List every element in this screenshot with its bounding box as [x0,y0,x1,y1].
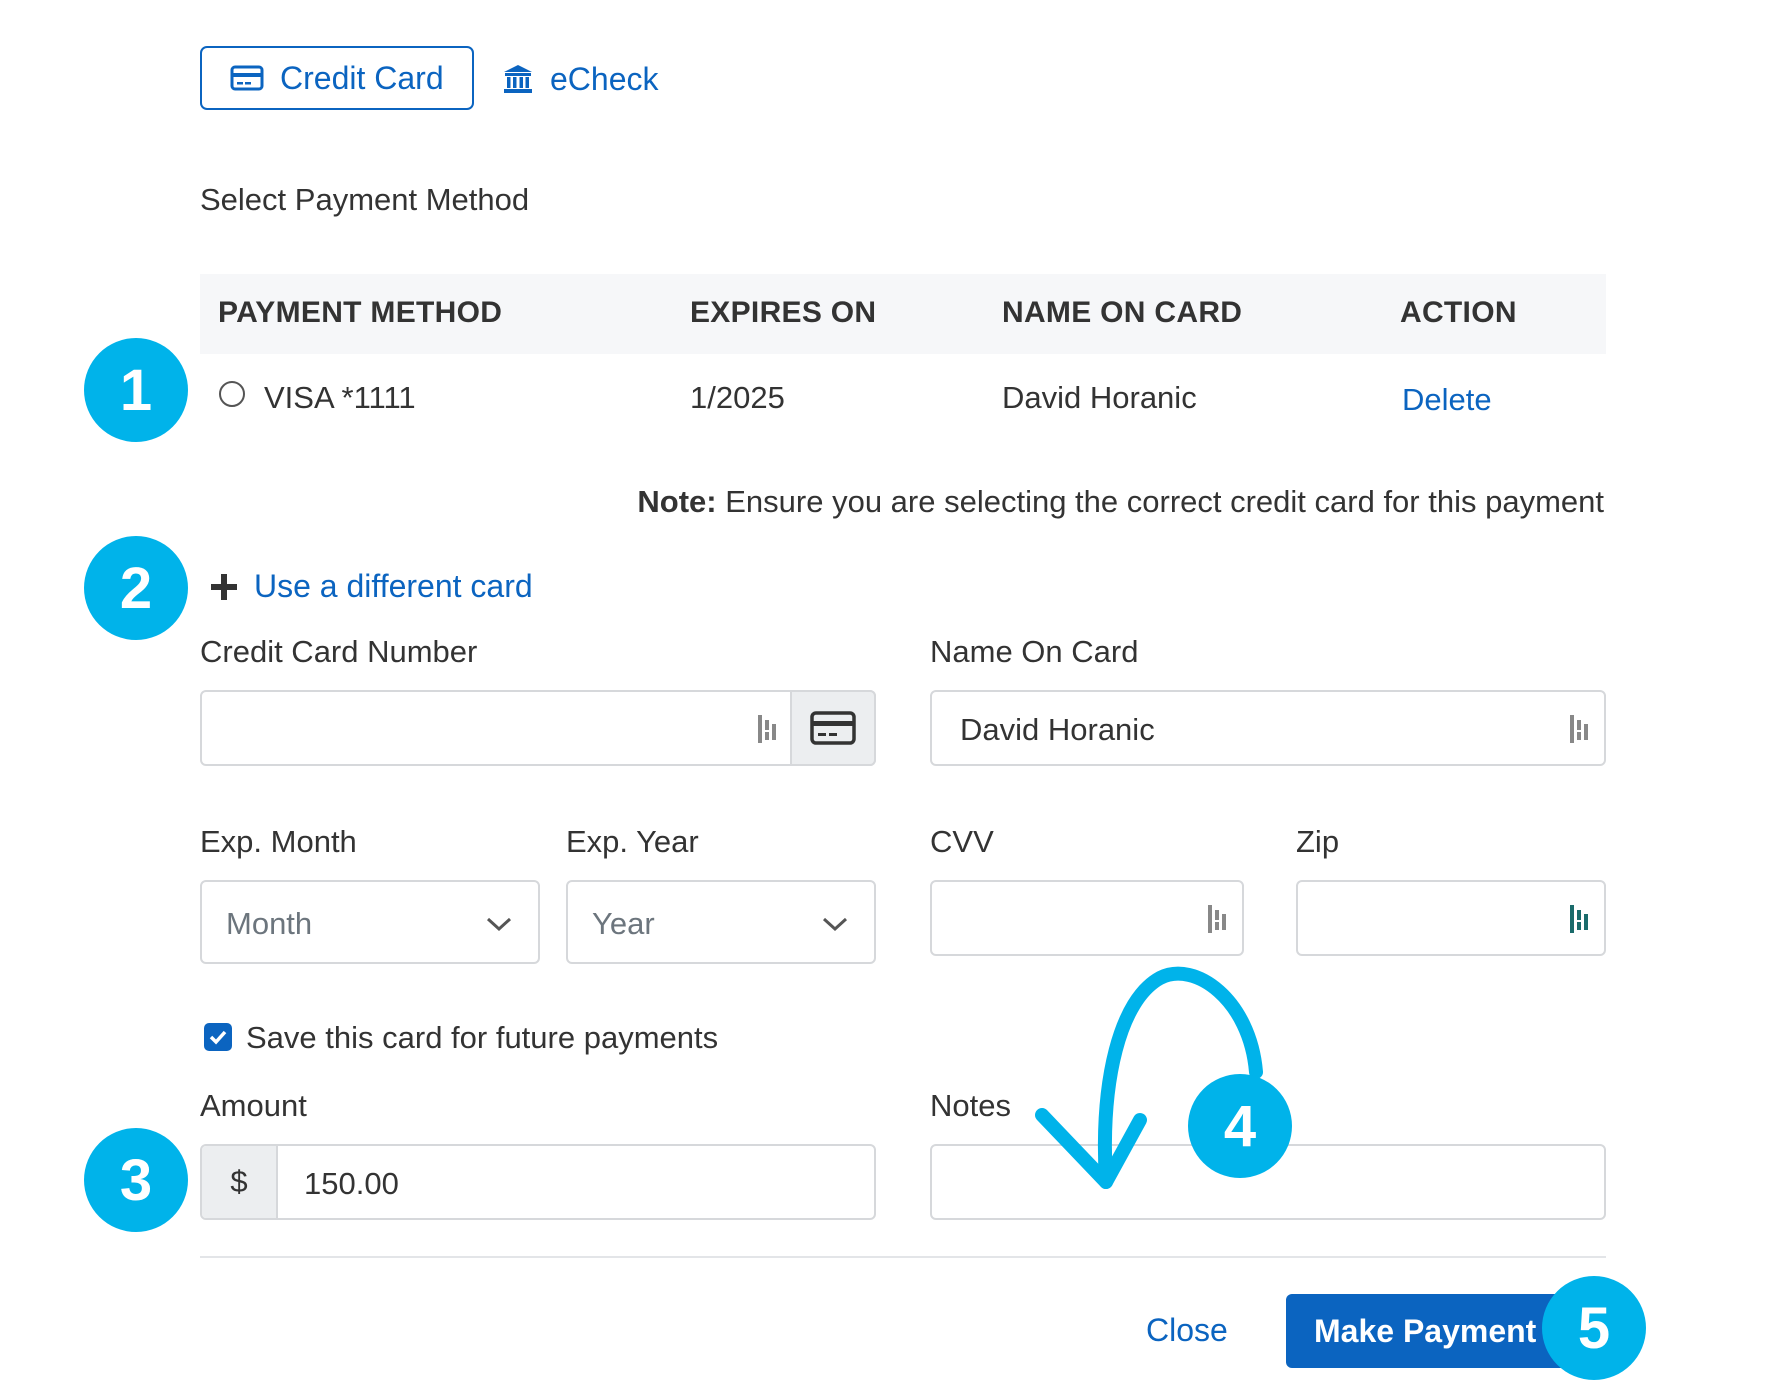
save-card-label: Save this card for future payments [246,1020,719,1055]
exp-year-label: Exp. Year [566,824,699,859]
check-icon [209,1030,227,1045]
callout-1: 1 [84,338,188,442]
exp-month-select[interactable]: Month [200,880,540,964]
use-different-card-link[interactable]: Use a different card [210,568,533,605]
credit-card-icon [810,711,856,745]
tab-credit-card[interactable]: Credit Card [200,46,474,110]
amount-input[interactable]: $ 150.00 [200,1144,876,1220]
note: Note: Ensure you are selecting the corre… [637,484,1604,520]
autofill-icon [758,715,776,743]
chevron-down-icon [822,917,848,932]
credit-card-icon [230,65,264,91]
exp-year-value: Year [592,906,655,941]
name-on-card-label: Name On Card [930,634,1139,669]
chevron-down-icon [486,917,512,932]
header-expires-on: EXPIRES ON [690,296,877,329]
section-title: Select Payment Method [200,182,530,217]
tab-echeck-label: eCheck [550,60,659,97]
exp-month-value: Month [226,906,313,941]
header-payment-method: PAYMENT METHOD [218,296,503,329]
use-different-card-label: Use a different card [254,568,533,604]
payment-method-radio[interactable] [219,381,245,407]
cvv-input[interactable] [930,880,1244,956]
payment-method-cell: VISA *1111 [264,380,416,415]
save-card-checkbox[interactable] [204,1023,232,1051]
autofill-icon [1208,905,1226,933]
note-text: Ensure you are selecting the correct cre… [716,484,1604,519]
callout-4: 4 [1188,1074,1292,1178]
cc-number-input[interactable] [200,690,876,766]
autofill-icon [1570,715,1588,743]
cc-number-label: Credit Card Number [200,634,478,669]
amount-value: 150.00 [304,1166,399,1201]
header-name-on-card: NAME ON CARD [1002,296,1243,329]
close-button[interactable]: Close [1146,1312,1228,1349]
bank-icon [504,65,532,93]
zip-input[interactable] [1296,880,1606,956]
cvv-label: CVV [930,824,994,859]
exp-month-label: Exp. Month [200,824,357,859]
name-on-card-value: David Horanic [960,712,1155,747]
callout-3: 3 [84,1128,188,1232]
tab-echeck[interactable]: eCheck [502,52,659,106]
footer-divider [200,1256,1606,1258]
exp-year-select[interactable]: Year [566,880,876,964]
currency-addon: $ [202,1146,278,1218]
expires-cell: 1/2025 [690,380,785,415]
notes-label: Notes [930,1088,1011,1123]
name-on-card-input[interactable]: David Horanic [930,690,1606,766]
zip-label: Zip [1296,824,1340,859]
callout-2: 2 [84,536,188,640]
callout-5: 5 [1542,1276,1646,1380]
name-cell: David Horanic [1002,380,1197,415]
amount-label: Amount [200,1088,307,1123]
tab-credit-card-label: Credit Card [280,59,444,96]
plus-icon [211,573,237,600]
note-label: Note: [637,484,717,519]
header-action: ACTION [1400,296,1517,329]
delete-link[interactable]: Delete [1402,382,1492,418]
autofill-icon [1570,905,1588,933]
card-type-addon [790,690,876,766]
